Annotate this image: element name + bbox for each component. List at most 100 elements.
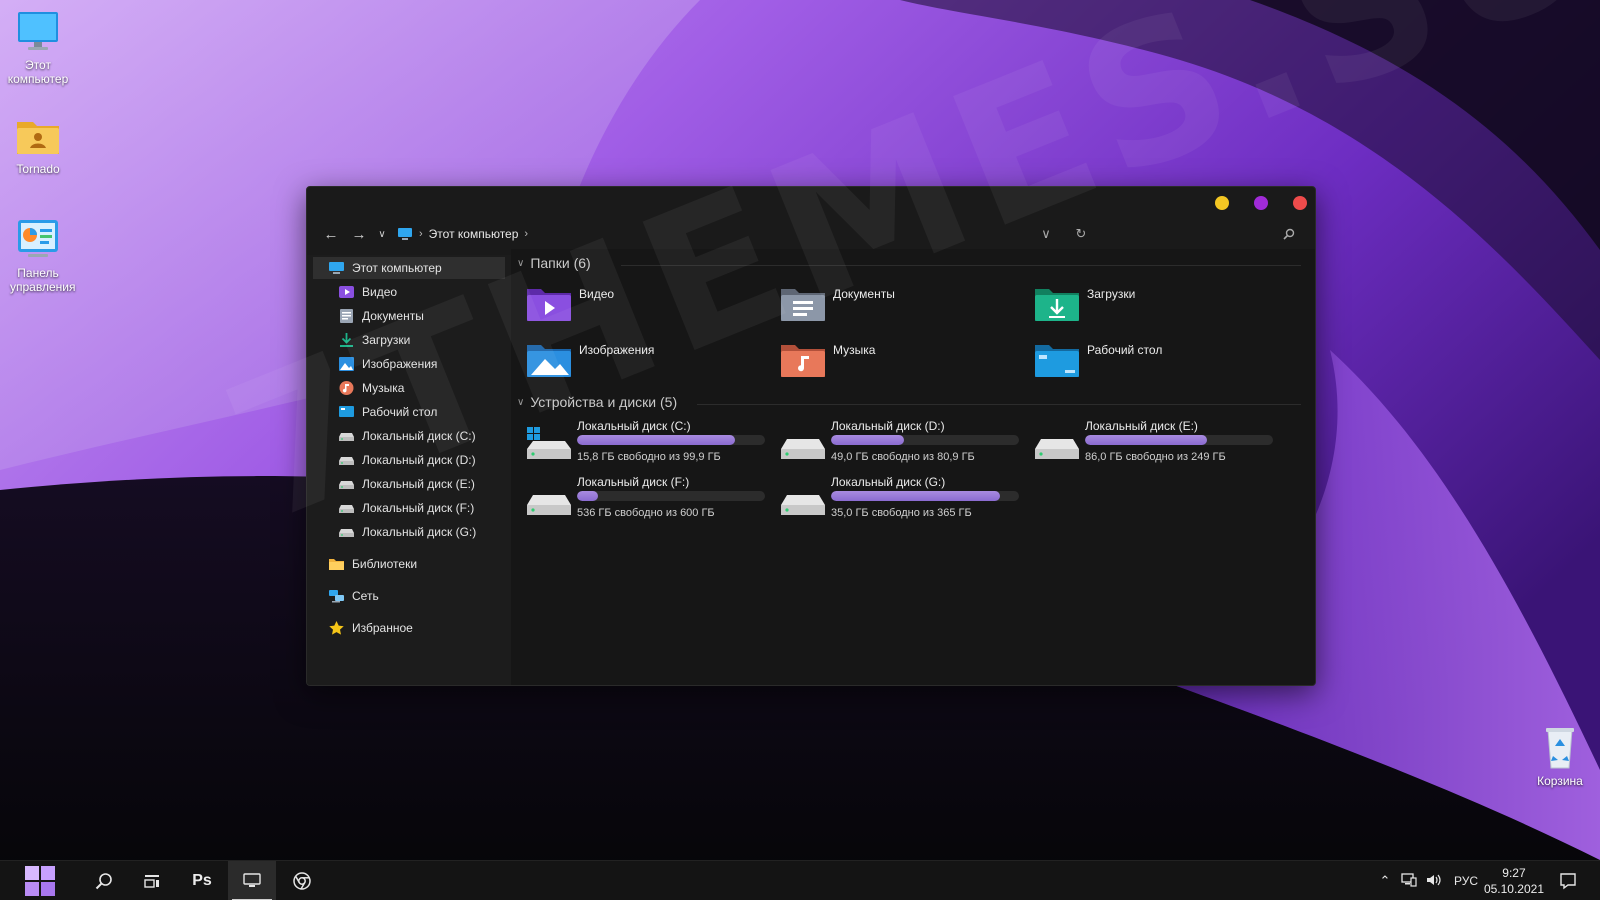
sidebar-item-desktop[interactable]: Рабочий стол xyxy=(339,401,437,423)
input-language-indicator[interactable]: РУС xyxy=(1446,874,1486,888)
recycle-bin-icon xyxy=(1536,726,1584,770)
sidebar-item-network[interactable]: Сеть xyxy=(329,585,379,607)
desktop-icon-recycle-bin[interactable]: Корзина xyxy=(1522,726,1598,788)
breadcrumb-separator-icon: › xyxy=(419,228,423,240)
sidebar-item-music[interactable]: Музыка xyxy=(339,377,404,399)
drive-free-space: 15,8 ГБ свободно из 99,9 ГБ xyxy=(577,451,721,463)
drive-tile-d[interactable]: Локальный диск (D:) 49,0 ГБ свободно из … xyxy=(781,419,1021,469)
sidebar-item-label: Локальный диск (G:) xyxy=(362,525,477,539)
drive-name: Локальный диск (D:) xyxy=(831,419,945,433)
close-button[interactable] xyxy=(1293,196,1307,210)
folder-name: Видео xyxy=(579,287,615,301)
drive-icon xyxy=(527,483,571,517)
file-explorer-window[interactable]: ← → ∨ › Этот компьютер › ∨ ↻ Этот компью… xyxy=(306,186,1316,686)
recent-locations-chevron-icon[interactable]: ∨ xyxy=(373,222,391,246)
network-icon xyxy=(329,589,344,603)
content-pane: ∨ Папки (6) Видео Документы Загрузки Изо… xyxy=(511,249,1315,685)
folder-tile-downloads[interactable]: Загрузки xyxy=(1035,283,1275,331)
notification-center-button[interactable] xyxy=(1544,861,1592,900)
sidebar-item-documents[interactable]: Документы xyxy=(339,305,424,327)
sidebar-item-drive-c[interactable]: Локальный диск (C:) xyxy=(339,425,476,447)
search-icon[interactable] xyxy=(1275,222,1303,246)
sidebar-item-drive-d[interactable]: Локальный диск (D:) xyxy=(339,449,476,471)
sidebar-item-libraries[interactable]: Библиотеки xyxy=(329,553,417,575)
drives-section-title: Устройства и диски (5) xyxy=(530,394,678,410)
volume-icon[interactable] xyxy=(1422,873,1446,890)
folder-tile-documents[interactable]: Документы xyxy=(781,283,1021,331)
sidebar-item-downloads[interactable]: Загрузки xyxy=(339,329,410,351)
drive-tile-g[interactable]: Локальный диск (G:) 35,0 ГБ свободно из … xyxy=(781,475,1021,525)
desktop-icon xyxy=(339,405,354,419)
sidebar-item-this-pc[interactable]: Этот компьютер xyxy=(313,257,505,279)
breadcrumb-separator-icon[interactable]: › xyxy=(524,228,528,240)
video-folder-icon xyxy=(527,283,571,323)
show-hidden-icons-chevron-icon[interactable]: ⌃ xyxy=(1374,873,1396,889)
folders-section-title: Папки (6) xyxy=(530,255,591,271)
desktop-icon-control-panel[interactable]: Панель управления xyxy=(0,218,76,294)
drive-usage-fill xyxy=(831,491,1001,501)
drive-icon xyxy=(339,453,354,467)
sidebar-item-drive-g[interactable]: Локальный диск (G:) xyxy=(339,521,476,543)
sidebar-item-images[interactable]: Изображения xyxy=(339,353,437,375)
sidebar-item-label: Локальный диск (C:) xyxy=(362,429,476,443)
network-icon[interactable] xyxy=(1396,872,1422,890)
breadcrumb[interactable]: › Этот компьютер › xyxy=(397,227,528,241)
folders-section-header[interactable]: ∨ Папки (6) xyxy=(517,255,591,271)
drive-usage-fill xyxy=(577,435,735,445)
sidebar-item-drive-f[interactable]: Локальный диск (F:) xyxy=(339,497,474,519)
drive-usage-fill xyxy=(831,435,905,445)
address-dropdown-chevron-icon[interactable]: ∨ xyxy=(1037,222,1055,246)
drive-icon xyxy=(781,483,825,517)
chevron-down-icon: ∨ xyxy=(517,396,525,408)
sidebar-item-label: Локальный диск (F:) xyxy=(362,501,475,515)
sidebar-item-label: Избранное xyxy=(352,621,413,635)
photoshop-button[interactable]: Ps xyxy=(178,861,226,900)
drive-usage-bar xyxy=(577,491,765,501)
explorer-taskbar-button[interactable] xyxy=(228,861,276,900)
search-button[interactable] xyxy=(80,861,128,900)
desktop-icon-user-folder[interactable]: Tornado xyxy=(0,114,76,176)
clock-date: 05.10.2021 xyxy=(1483,882,1544,896)
start-icon xyxy=(25,866,55,896)
drive-icon xyxy=(339,525,354,539)
title-bar[interactable] xyxy=(307,187,1315,219)
start-button[interactable] xyxy=(16,861,64,900)
drive-usage-bar xyxy=(1085,435,1273,445)
clock[interactable]: 9:27 05.10.2021 xyxy=(1484,865,1544,897)
folder-tile-video[interactable]: Видео xyxy=(527,283,767,331)
folder-icon xyxy=(329,557,344,571)
drive-tile-c[interactable]: Локальный диск (C:) 15,8 ГБ свободно из … xyxy=(527,419,767,469)
folder-tile-images[interactable]: Изображения xyxy=(527,339,767,387)
sidebar-item-favorites[interactable]: Избранное xyxy=(329,617,413,639)
drive-tile-e[interactable]: Локальный диск (E:) 86,0 ГБ свободно из … xyxy=(1035,419,1275,469)
forward-arrow-icon[interactable]: → xyxy=(345,222,373,246)
documents-folder-icon xyxy=(781,283,825,323)
images-folder-icon xyxy=(527,339,571,379)
video-icon xyxy=(339,285,354,299)
star-icon xyxy=(329,621,344,635)
drive-usage-bar xyxy=(831,491,1019,501)
task-view-button[interactable] xyxy=(128,861,176,900)
chrome-button[interactable] xyxy=(278,861,326,900)
sidebar-item-video[interactable]: Видео xyxy=(339,281,397,303)
sidebar-item-label: Библиотеки xyxy=(352,557,418,571)
minimize-button[interactable] xyxy=(1215,196,1229,210)
breadcrumb-location[interactable]: Этот компьютер xyxy=(429,227,519,241)
drive-free-space: 35,0 ГБ свободно из 365 ГБ xyxy=(831,507,972,519)
drives-section-header[interactable]: ∨ Устройства и диски (5) xyxy=(517,394,677,410)
refresh-icon[interactable]: ↻ xyxy=(1067,222,1095,246)
folder-tile-desktop[interactable]: Рабочий стол xyxy=(1035,339,1275,387)
drive-tile-f[interactable]: Локальный диск (F:) 536 ГБ свободно из 6… xyxy=(527,475,767,525)
drive-name: Локальный диск (E:) xyxy=(1085,419,1198,433)
maximize-button[interactable] xyxy=(1254,196,1268,210)
drive-icon xyxy=(1035,427,1079,461)
drive-name: Локальный диск (G:) xyxy=(831,475,946,489)
section-divider xyxy=(621,265,1301,266)
back-arrow-icon[interactable]: ← xyxy=(317,222,345,246)
desktop-icon-this-pc[interactable]: Этот компьютер xyxy=(0,10,76,86)
folder-tile-music[interactable]: Музыка xyxy=(781,339,1021,387)
drive-name: Локальный диск (C:) xyxy=(577,419,691,433)
section-divider xyxy=(697,404,1301,405)
sidebar-item-drive-e[interactable]: Локальный диск (E:) xyxy=(339,473,475,495)
desktop-folder-icon xyxy=(1035,339,1079,379)
